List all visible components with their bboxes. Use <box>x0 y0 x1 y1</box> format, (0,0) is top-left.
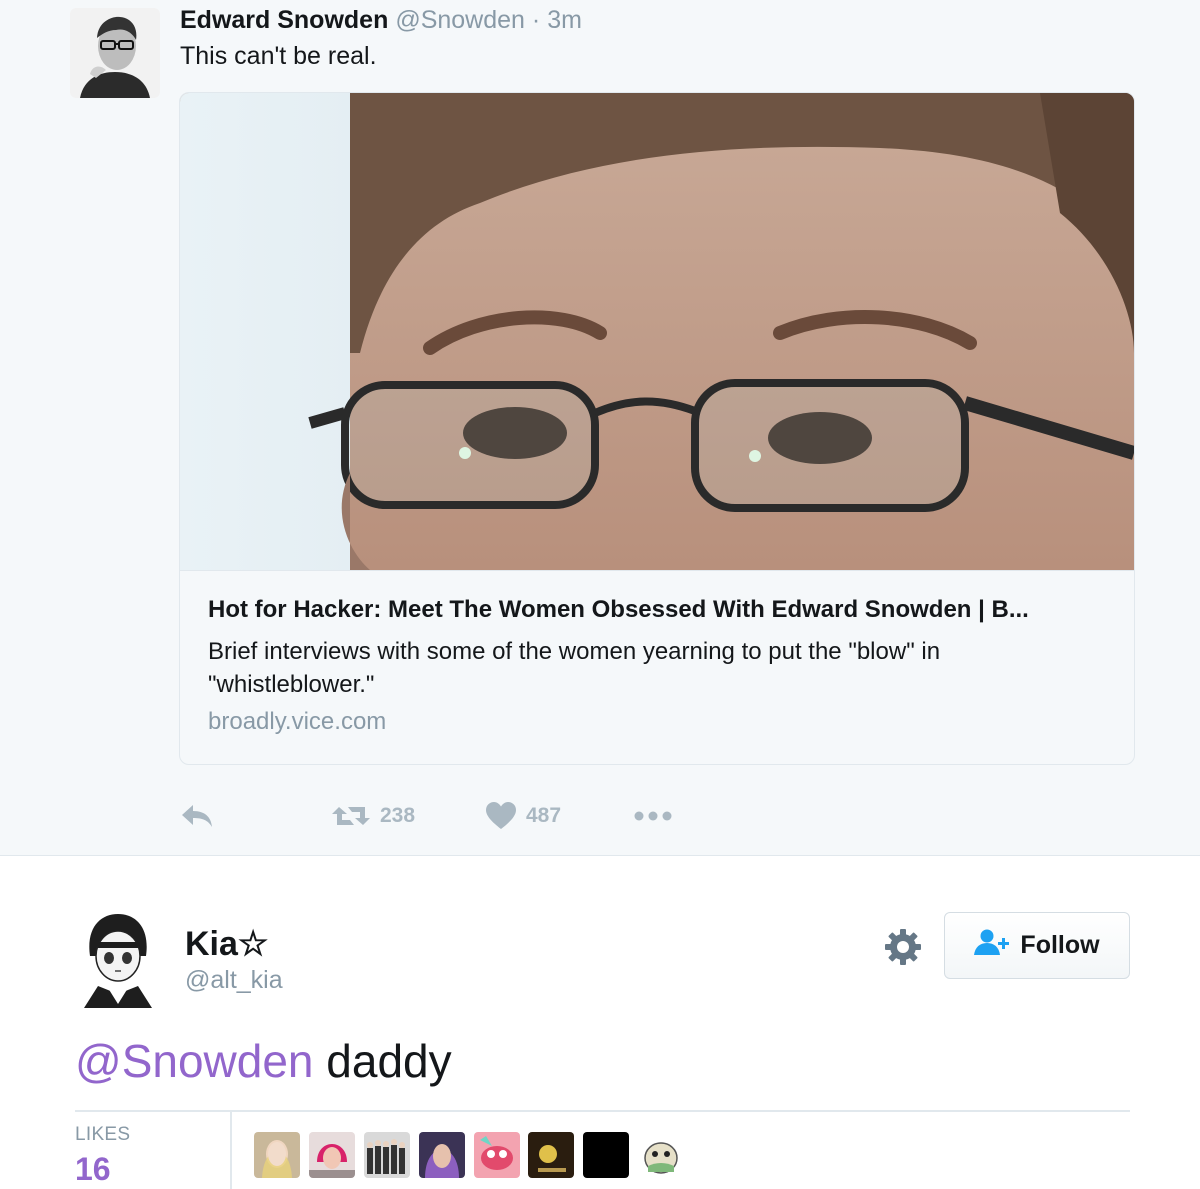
liker-avatar[interactable] <box>254 1132 300 1178</box>
tweet-timestamp[interactable]: 3m <box>547 6 582 34</box>
liker-avatar[interactable] <box>583 1132 629 1178</box>
mention-link[interactable]: @Snowden <box>75 1035 314 1087</box>
reply-body: daddy <box>313 1035 452 1087</box>
liker-avatar[interactable] <box>419 1132 465 1178</box>
heart-icon <box>486 802 516 830</box>
follow-button[interactable]: Follow <box>944 912 1130 979</box>
reply-text: @Snowden daddy <box>75 1032 452 1090</box>
like-count: 487 <box>526 804 562 827</box>
add-user-icon <box>974 928 1020 963</box>
follow-label: Follow <box>1020 931 1100 959</box>
liker-avatar[interactable] <box>474 1132 520 1178</box>
separator-dot: · <box>531 6 541 34</box>
more-icon <box>634 810 672 822</box>
gear-icon[interactable] <box>884 928 922 966</box>
likes-label: LIKES <box>75 1124 131 1145</box>
snowden-avatar[interactable] <box>70 8 160 98</box>
card-title[interactable]: Hot for Hacker: Meet The Women Obsessed … <box>208 594 1113 626</box>
link-card[interactable]: Hot for Hacker: Meet The Women Obsessed … <box>179 92 1135 765</box>
tweet-text: This can't be real. <box>180 42 377 70</box>
tweet-actions: 238 487 <box>180 795 700 837</box>
liker-avatar[interactable] <box>638 1132 684 1178</box>
retweet-button[interactable]: 238 <box>332 795 415 837</box>
like-button[interactable]: 487 <box>486 795 561 837</box>
reply-button[interactable] <box>180 795 214 837</box>
author-name[interactable]: Edward Snowden <box>180 6 388 34</box>
stats-vertical-divider <box>230 1112 232 1189</box>
card-description: Brief interviews with some of the women … <box>208 638 941 698</box>
liker-avatar[interactable] <box>364 1132 410 1178</box>
more-button[interactable] <box>634 795 672 837</box>
retweet-count: 238 <box>380 804 416 827</box>
quoted-tweet: Edward Snowden @Snowden · 3m This can't … <box>0 0 1200 856</box>
kia-avatar[interactable] <box>78 908 158 1008</box>
card-image[interactable] <box>180 93 1134 570</box>
likes-count[interactable]: 16 <box>75 1150 111 1188</box>
card-domain[interactable]: broadly.vice.com <box>208 707 386 737</box>
author-handle[interactable]: @Snowden <box>395 6 525 34</box>
tweet-header: Edward Snowden @Snowden · 3m <box>180 4 582 36</box>
liker-avatar[interactable] <box>528 1132 574 1178</box>
stats-divider <box>75 1110 1130 1112</box>
reply-author-name[interactable]: Kia☆ <box>185 924 268 964</box>
reply-icon <box>180 803 214 829</box>
reply-author-handle[interactable]: @alt_kia <box>185 964 283 996</box>
liker-avatar[interactable] <box>309 1132 355 1178</box>
card-body[interactable]: Hot for Hacker: Meet The Women Obsessed … <box>180 570 1134 764</box>
retweet-icon <box>332 803 370 829</box>
